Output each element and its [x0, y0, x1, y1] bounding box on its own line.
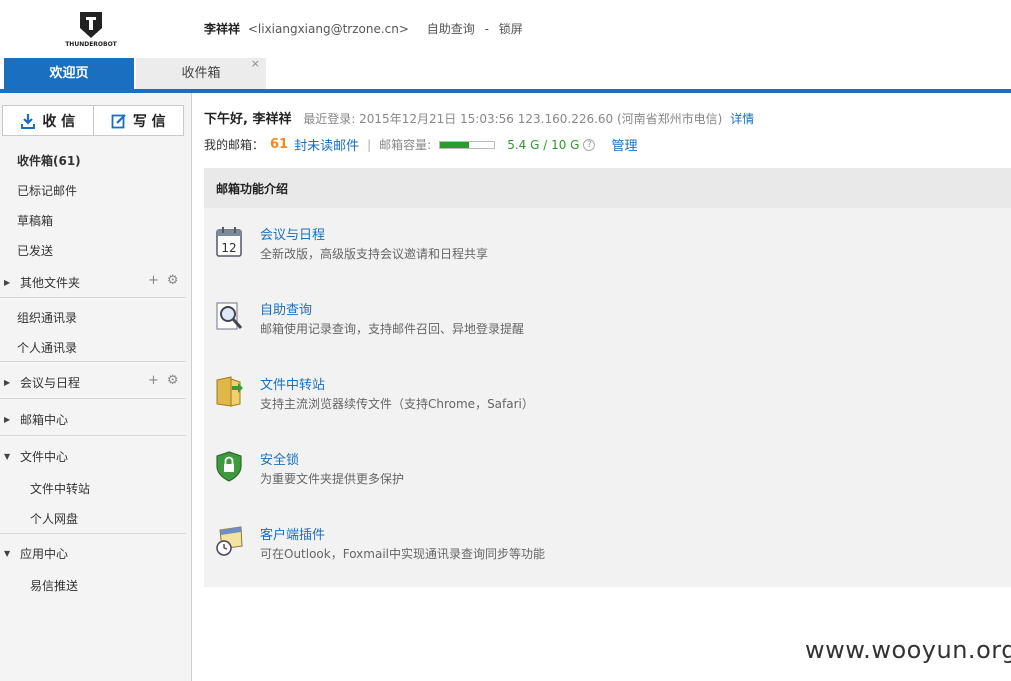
other-folders-label: 其他文件夹 — [20, 276, 81, 290]
other-folders-actions: + ⚙ — [148, 273, 179, 288]
panel-title: 邮箱功能介绍 — [216, 182, 289, 196]
thunderobot-logo: THUNDEROBOT — [56, 8, 126, 48]
compose-button[interactable]: 写 信 — [94, 106, 184, 135]
greeting-line: 下午好, 李祥祥 最近登录: 2015年12月21日 15:03:56 123.… — [204, 108, 754, 127]
feature-desc: 全新改版，高级版支持会议邀请和日程共享 — [260, 247, 489, 261]
compose-toolbar: 收 信 写 信 — [2, 105, 184, 136]
file-center-label: 文件中心 — [20, 450, 69, 464]
feature-title[interactable]: 会议与日程 — [260, 224, 325, 243]
pencil-icon — [111, 113, 126, 128]
feature-title[interactable]: 自助查询 — [260, 299, 312, 318]
sidebar-item-org-contacts[interactable]: 组织通讯录 — [17, 309, 77, 326]
sidebar-app-center[interactable]: ▼ 应用中心 — [4, 545, 68, 562]
calendar-actions: + ⚙ — [148, 373, 179, 388]
download-icon — [21, 113, 36, 129]
receive-label: 收 信 — [42, 113, 76, 130]
greeting: 下午好, 李祥祥 — [204, 112, 292, 127]
unread-link[interactable]: 封未读邮件 — [294, 135, 359, 154]
capacity-label: 邮箱容量: — [379, 138, 432, 152]
sidebar-item-personal-disk[interactable]: 个人网盘 — [30, 510, 78, 527]
divider — [0, 297, 186, 298]
magnifier-icon — [216, 302, 243, 330]
divider — [0, 361, 186, 362]
sidebar-item-personal-contacts[interactable]: 个人通讯录 — [17, 339, 77, 356]
feature-file-transfer: 文件中转站 支持主流浏览器续传文件（支持Chrome，Safari） — [214, 374, 814, 424]
sidebar-item-flagged[interactable]: 已标记邮件 — [17, 182, 77, 199]
gear-icon[interactable]: ⚙ — [167, 273, 179, 288]
sidebar-calendar[interactable]: ▶ 会议与日程 — [4, 374, 80, 391]
plus-icon[interactable]: + — [148, 273, 159, 288]
feature-desc: 支持主流浏览器续传文件（支持Chrome，Safari） — [260, 397, 534, 411]
separator: - — [484, 22, 489, 36]
sidebar-item-sent[interactable]: 已发送 — [17, 242, 53, 259]
calendar-icon: 12 — [216, 227, 242, 257]
feature-calendar: 12 会议与日程 全新改版，高级版支持会议邀请和日程共享 — [214, 224, 814, 274]
feature-title[interactable]: 文件中转站 — [260, 374, 325, 393]
compose-label: 写 信 — [132, 113, 166, 130]
sidebar-item-file-transfer[interactable]: 文件中转站 — [30, 480, 90, 497]
unread-count[interactable]: 61 — [270, 137, 288, 152]
app-center-label: 应用中心 — [20, 547, 69, 561]
lock-screen-link[interactable]: 锁屏 — [499, 22, 523, 36]
feature-title[interactable]: 客户端插件 — [260, 524, 325, 543]
triangle-down-icon: ▼ — [4, 549, 11, 558]
sidebar-item-inbox[interactable]: 收件箱(61) — [17, 152, 81, 169]
receive-button[interactable]: 收 信 — [3, 106, 94, 135]
sidebar-item-yixin-push[interactable]: 易信推送 — [30, 577, 78, 594]
divider — [0, 398, 186, 399]
mail-center-label: 邮箱中心 — [20, 413, 69, 427]
self-query-link[interactable]: 自助查询 — [427, 22, 475, 36]
sidebar-file-center[interactable]: ▼ 文件中心 — [4, 448, 68, 465]
gear-icon[interactable]: ⚙ — [167, 373, 179, 388]
triangle-down-icon: ▼ — [4, 452, 11, 461]
features-panel-header — [204, 168, 1011, 208]
user-name: 李祥祥 — [204, 22, 241, 36]
mailbox-label: 我的邮箱： — [204, 138, 265, 152]
feature-desc: 可在Outlook，Foxmail中实现通讯录查询同步等功能 — [260, 547, 545, 561]
capacity-progress-bar — [439, 140, 496, 149]
user-email: <lixiangxiang@trzone.cn> — [247, 22, 409, 36]
triangle-right-icon: ▶ — [4, 415, 11, 424]
feature-desc: 为重要文件夹提供更多保护 — [260, 472, 405, 486]
tab-welcome[interactable]: 欢迎页 — [4, 58, 134, 89]
divider — [0, 435, 186, 436]
capacity-fill — [440, 141, 470, 148]
help-icon[interactable]: ? — [583, 138, 596, 151]
close-icon[interactable]: × — [251, 48, 260, 79]
detail-link[interactable]: 详情 — [730, 112, 754, 126]
feature-security-lock: 安全锁 为重要文件夹提供更多保护 — [214, 449, 814, 499]
triangle-right-icon: ▶ — [4, 378, 11, 387]
svg-text:THUNDEROBOT: THUNDEROBOT — [65, 41, 117, 48]
svg-text:12: 12 — [221, 241, 236, 255]
plus-icon[interactable]: + — [148, 373, 159, 388]
capacity-value: 5.4 G / 10 G — [507, 137, 580, 152]
divider — [0, 533, 186, 534]
sidebar-item-drafts[interactable]: 草稿箱 — [17, 212, 53, 229]
feature-title[interactable]: 安全锁 — [260, 449, 299, 468]
feature-desc: 邮箱使用记录查询，支持邮件召回、异地登录提醒 — [260, 322, 525, 336]
folder-transfer-icon — [216, 376, 243, 407]
user-bar: 李祥祥 <lixiangxiang@trzone.cn> 自助查询 - 锁屏 — [204, 20, 523, 37]
sidebar-other-folders[interactable]: ▶ 其他文件夹 — [4, 274, 80, 291]
shield-lock-icon — [216, 451, 242, 482]
mailbox-status: 我的邮箱： 61 封未读邮件 | 邮箱容量: 5.4 G / 10 G ? 管理 — [204, 135, 638, 154]
tab-inbox[interactable]: 收件箱 × — [136, 57, 266, 89]
plugin-clock-icon — [216, 526, 243, 556]
sidebar-mail-center[interactable]: ▶ 邮箱中心 — [4, 411, 68, 428]
tab-inbox-label: 收件箱 — [181, 66, 221, 81]
calendar-label: 会议与日程 — [20, 376, 81, 390]
feature-client-plugin: 客户端插件 可在Outlook，Foxmail中实现通讯录查询同步等功能 — [214, 524, 814, 574]
feature-self-query: 自助查询 邮箱使用记录查询，支持邮件召回、异地登录提醒 — [214, 299, 814, 349]
separator: | — [367, 137, 372, 152]
manage-link[interactable]: 管理 — [611, 135, 637, 154]
triangle-right-icon: ▶ — [4, 278, 11, 287]
last-login: 最近登录: 2015年12月21日 15:03:56 123.160.226.6… — [303, 112, 723, 126]
watermark: www.wooyun.org — [805, 636, 1011, 664]
